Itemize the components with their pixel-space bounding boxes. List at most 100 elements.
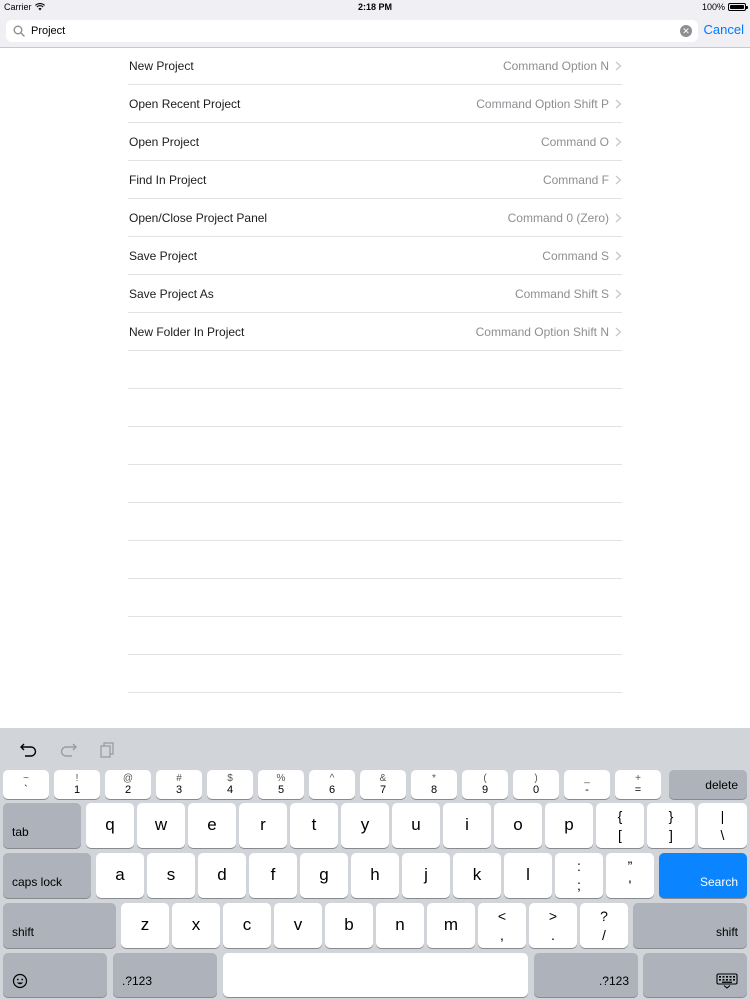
list-item[interactable]: Open Recent Project Command Option Shift… [128,85,622,123]
battery-percent: 100% [701,2,725,12]
key-r[interactable]: r [239,803,287,848]
list-item[interactable]: Open Project Command O [128,123,622,161]
key-v[interactable]: v [274,903,322,948]
search-input[interactable] [31,21,671,41]
key-bottom-symbol: / [602,927,606,943]
key-letter: g [319,865,329,884]
key-m[interactable]: m [427,903,475,948]
key-n[interactable]: n [376,903,424,948]
space-key[interactable] [223,953,528,997]
command-shortcut: Command S [542,249,622,263]
shift-right-key[interactable]: shift [633,903,747,948]
list-item[interactable]: New Project Command Option N [128,47,622,85]
key-x[interactable]: x [172,903,220,948]
numbers-right-key[interactable]: .?123 [534,953,638,997]
key-5[interactable]: % 5 [258,770,304,799]
key-comma[interactable]: < , [478,903,526,948]
key-j[interactable]: j [402,853,450,898]
key-2[interactable]: @ 2 [105,770,151,799]
key-l[interactable]: l [504,853,552,898]
chevron-right-icon [615,175,622,184]
key-a[interactable]: a [96,853,144,898]
key-letter: l [526,865,530,884]
redo-icon[interactable] [58,740,78,758]
key-3[interactable]: # 3 [156,770,202,799]
key-b[interactable]: b [325,903,373,948]
key-p[interactable]: p [545,803,593,848]
key-backslash[interactable]: | \ [698,803,747,848]
key-semicolon[interactable]: : ; [555,853,603,898]
emoji-icon [12,973,28,989]
cancel-button[interactable]: Cancel [704,22,744,37]
key-minus[interactable]: _ - [564,770,610,799]
key-d[interactable]: d [198,853,246,898]
key-o[interactable]: o [494,803,542,848]
key-f[interactable]: f [249,853,297,898]
command-title: Save Project As [129,286,214,301]
key-h[interactable]: h [351,853,399,898]
key-bracket-right[interactable]: } ] [647,803,695,848]
clear-search-icon[interactable]: ✕ [680,25,692,37]
key-top-symbol: < [497,908,507,924]
list-item[interactable]: Save Project Command S [128,237,622,275]
key-u[interactable]: u [392,803,440,848]
key-letter: u [411,815,421,834]
key-letter: d [217,865,227,884]
key-6[interactable]: ^ 6 [309,770,355,799]
tab-key[interactable]: tab [3,803,81,848]
search-field[interactable]: ✕ [6,20,698,42]
key-k[interactable]: k [453,853,501,898]
key-slash[interactable]: ? / [580,903,628,948]
shift-left-key[interactable]: shift [3,903,116,948]
search-key[interactable]: Search [659,853,747,898]
battery-icon [728,3,748,11]
key-1[interactable]: ! 1 [54,770,100,799]
shortcut-label: Command Option Shift N [475,324,609,339]
caps-lock-key[interactable]: caps lock [3,853,91,898]
undo-icon[interactable] [19,740,39,758]
key-g[interactable]: g [300,853,348,898]
keyboard-dismiss-key[interactable] [643,953,747,997]
key-letter: v [293,915,303,934]
list-item[interactable]: Save Project As Command Shift S [128,275,622,313]
key-c[interactable]: c [223,903,271,948]
command-shortcut: Command Option Shift P [476,97,622,111]
list-item[interactable]: Open/Close Project Panel Command 0 (Zero… [128,199,622,237]
key-q[interactable]: q [86,803,134,848]
empty-row [128,351,622,389]
key-y[interactable]: y [341,803,389,848]
key-7[interactable]: & 7 [360,770,406,799]
key-s[interactable]: s [147,853,195,898]
emoji-key[interactable] [3,953,107,997]
key-top-symbol: # [176,773,182,784]
key-tilde[interactable]: ~ ` [3,770,49,799]
key-top-symbol: : [577,858,581,874]
paste-icon[interactable] [98,740,118,758]
key-0[interactable]: ) 0 [513,770,559,799]
key-bottom-symbol: 4 [226,784,234,796]
key-z[interactable]: z [121,903,169,948]
key-i[interactable]: i [443,803,491,848]
key-quote[interactable]: ” ' [606,853,654,898]
key-t[interactable]: t [290,803,338,848]
key-letter: z [140,915,150,934]
key-9[interactable]: ( 9 [462,770,508,799]
key-w[interactable]: w [137,803,185,848]
key-equals[interactable]: + = [615,770,661,799]
key-e[interactable]: e [188,803,236,848]
command-shortcut: Command Shift S [515,287,622,301]
key-top-symbol: $ [227,773,233,784]
key-period[interactable]: > . [529,903,577,948]
key-bottom-symbol: 3 [175,784,183,796]
key-bottom-symbol: ] [669,827,673,843]
key-4[interactable]: $ 4 [207,770,253,799]
command-title: New Project [129,58,194,73]
key-bracket-left[interactable]: { [ [596,803,644,848]
list-item[interactable]: New Folder In Project Command Option Shi… [128,313,622,351]
chevron-right-icon [615,213,622,222]
empty-row [128,389,622,427]
numbers-left-key[interactable]: .?123 [113,953,217,997]
key-8[interactable]: * 8 [411,770,457,799]
delete-key[interactable]: delete [669,770,747,799]
list-item[interactable]: Find In Project Command F [128,161,622,199]
